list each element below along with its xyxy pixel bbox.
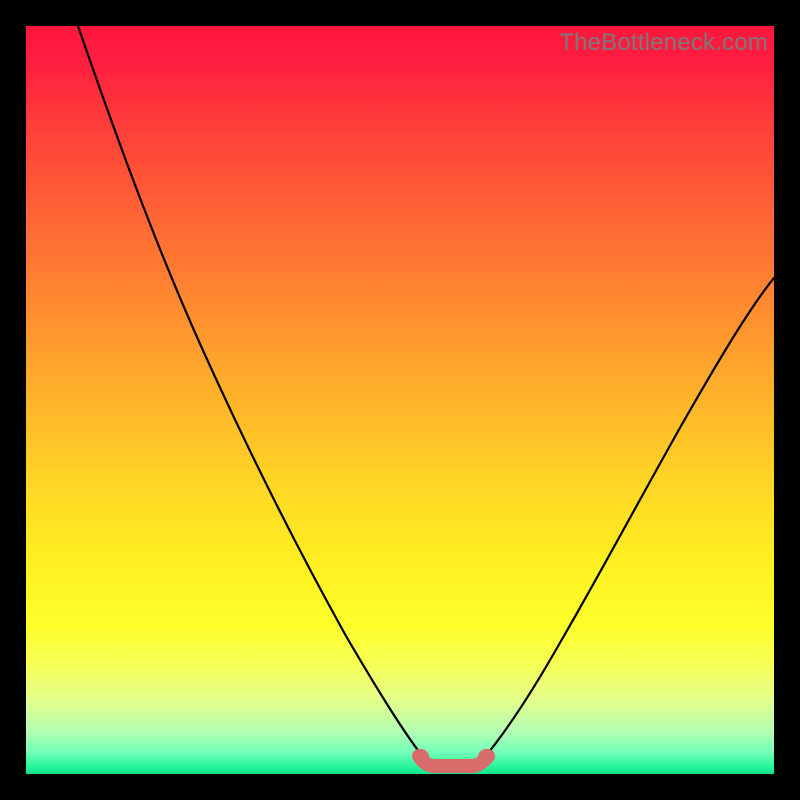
flat-bottom-accent: [419, 756, 488, 766]
accent-cap-right-icon: [478, 749, 494, 765]
curve-layer: [26, 26, 774, 774]
plot-area: TheBottleneck.com: [26, 26, 774, 774]
curve-right: [484, 278, 774, 758]
curve-left: [78, 26, 424, 758]
chart-frame: TheBottleneck.com: [0, 0, 800, 800]
accent-cap-left-icon: [413, 749, 429, 765]
